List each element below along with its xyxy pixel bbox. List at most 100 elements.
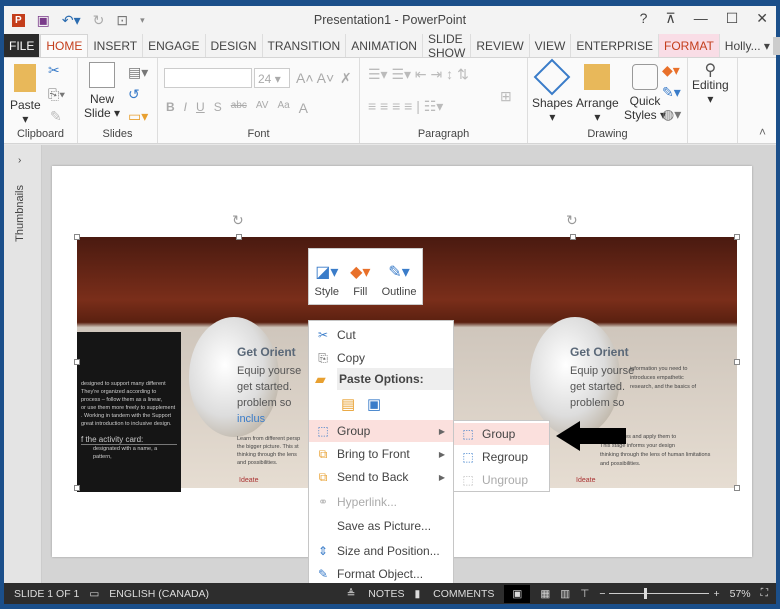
zoom-out-button[interactable]: − — [599, 588, 605, 600]
tab-format[interactable]: FORMAT — [659, 34, 720, 57]
shadow-button[interactable]: S — [214, 100, 222, 116]
editing-button[interactable]: ⚲ Editing ▾ — [692, 63, 729, 107]
menu-item-bring-to-front[interactable]: ⧉ Bring to Front ▶ — [309, 443, 453, 465]
ungroup-icon: ⬚ — [462, 473, 474, 487]
paste-option-keep-formatting[interactable]: ▤ — [341, 395, 355, 413]
expand-pane-icon[interactable]: › — [18, 155, 21, 166]
spacing-button[interactable]: AV — [256, 100, 269, 116]
align-icon[interactable]: ≡ ≡ ≡ ≡ | ☷▾ — [368, 98, 443, 115]
resize-handle[interactable] — [74, 359, 80, 365]
menu-item-send-to-back[interactable]: ⧉ Send to Back ▶ — [309, 466, 453, 488]
cut-icon[interactable]: ✂ — [48, 62, 60, 79]
shapes-button[interactable]: Shapes ▾ — [532, 58, 573, 124]
zoom-in-button[interactable]: + — [713, 588, 719, 600]
shape-fill-icon[interactable]: ◆▾ — [662, 62, 680, 79]
language-indicator[interactable]: ENGLISH (CANADA) — [109, 588, 209, 600]
close-button[interactable]: ✕ — [756, 10, 768, 27]
tab-design[interactable]: DESIGN — [206, 34, 263, 57]
bold-button[interactable]: B — [166, 100, 175, 116]
zoom-level[interactable]: 57% — [730, 588, 751, 600]
comments-button[interactable]: ▮ COMMENTS — [414, 588, 494, 600]
tab-animation[interactable]: ANIMATION — [346, 34, 423, 57]
change-case-button[interactable]: Aa — [277, 100, 289, 116]
copy-icon[interactable]: ⎘▾ — [48, 86, 65, 103]
submenu-item-group[interactable]: ⬚ Group — [454, 423, 549, 445]
quick-styles-button[interactable]: Quick Styles ▾ — [624, 64, 666, 122]
tab-enterprise[interactable]: ENTERPRISE — [571, 34, 660, 57]
menu-item-copy[interactable]: ⎘ Copy — [309, 347, 453, 369]
resize-handle[interactable] — [734, 485, 740, 491]
paste-option-picture[interactable]: ▣ — [367, 395, 381, 413]
undo-icon[interactable]: ↶▾ — [62, 12, 81, 29]
strikethrough-button[interactable]: abc — [231, 100, 247, 116]
tab-transition[interactable]: TRANSITION — [263, 34, 347, 57]
bullets-icon[interactable]: ☰▾ ☰▾ ⇤ ⇥ ↕ ⇅ — [368, 66, 469, 83]
format-painter-icon[interactable]: ✎ — [50, 108, 62, 125]
collapse-ribbon-icon[interactable]: ˄ — [759, 125, 766, 139]
thumbnails-pane[interactable]: › Thumbnails — [4, 145, 42, 583]
font-color-button[interactable]: A — [299, 100, 308, 116]
style-button[interactable]: ◪▾ Style — [315, 262, 339, 298]
align-text-icon[interactable]: ⊞ — [500, 88, 512, 105]
font-name-input[interactable] — [164, 68, 252, 88]
new-slide-button[interactable]: New Slide ▾ — [84, 62, 120, 120]
resize-handle[interactable] — [570, 234, 576, 240]
tab-view[interactable]: VIEW — [530, 34, 572, 57]
resize-handle[interactable] — [74, 485, 80, 491]
maximize-button[interactable]: ☐ — [726, 10, 739, 27]
menu-item-size-position[interactable]: ⇕ Size and Position... — [309, 540, 453, 562]
tab-review[interactable]: REVIEW — [471, 34, 530, 57]
help-button[interactable]: ? — [640, 10, 648, 27]
underline-button[interactable]: U — [196, 100, 205, 116]
present-icon[interactable]: ⊡ — [116, 12, 128, 29]
fit-to-window-icon[interactable]: ⛶ — [761, 587, 768, 600]
font-size-input[interactable]: 24 ▾ — [254, 68, 290, 88]
send-to-back-icon: ⧉ — [318, 469, 328, 484]
italic-button[interactable]: I — [184, 100, 187, 116]
outline-button[interactable]: ✎▾ Outline — [382, 262, 417, 298]
clear-format-icon[interactable]: ✗ — [340, 70, 352, 87]
redo-icon[interactable]: ↻ — [93, 12, 105, 29]
resize-handle[interactable] — [734, 234, 740, 240]
save-icon[interactable]: ▣ — [37, 12, 50, 29]
resize-handle[interactable] — [74, 234, 80, 240]
paragraph-label: Paragraph — [417, 128, 470, 140]
normal-view-button[interactable]: ▣ — [504, 584, 531, 603]
layout-icon[interactable]: ▤▾ — [128, 64, 148, 81]
notes-button[interactable]: ≜ NOTES — [347, 588, 405, 600]
submenu-item-regroup[interactable]: ⬚ Regroup — [454, 446, 549, 468]
resize-handle[interactable] — [734, 359, 740, 365]
ribbon-display-icon[interactable]: ⊼ — [665, 10, 675, 27]
reading-view-button[interactable]: ▥ — [560, 588, 570, 600]
submenu-item-ungroup[interactable]: ⬚ Ungroup — [454, 469, 549, 491]
tab-engage[interactable]: ENGAGE — [143, 34, 206, 57]
user-account[interactable]: Holly... ▾ — [720, 34, 780, 57]
ribbon: Paste ▾ ✂ ⎘▾ ✎ Clipboard New Slide ▾ ▤▾ ↺ … — [4, 57, 776, 144]
spelling-icon[interactable]: ▭ — [89, 588, 99, 600]
section-icon[interactable]: ▭▾ — [128, 108, 148, 125]
rotate-handle-icon[interactable]: ↻ — [566, 212, 578, 229]
slideshow-button[interactable]: ⊤ — [580, 588, 589, 600]
tab-slide-show[interactable]: SLIDE SHOW — [423, 32, 472, 60]
tab-insert[interactable]: INSERT — [88, 34, 144, 57]
grow-font-icon[interactable]: A˄ A˅ — [296, 70, 334, 86]
fill-button[interactable]: ◆▾ Fill — [350, 262, 370, 298]
menu-item-group[interactable]: ⬚ Group ▶ — [309, 420, 453, 442]
paste-button[interactable]: Paste ▾ — [10, 64, 41, 126]
shape-effects-icon[interactable]: ◍▾ — [662, 106, 681, 123]
rotate-handle-icon[interactable]: ↻ — [232, 212, 244, 229]
shape-outline-icon[interactable]: ✎▾ — [662, 84, 681, 101]
arrange-button[interactable]: Arrange ▾ — [576, 64, 619, 124]
resize-handle[interactable] — [236, 234, 242, 240]
minimize-button[interactable]: — — [694, 10, 708, 27]
menu-item-format-object[interactable]: ✎ Format Object... — [309, 563, 453, 585]
slide-sorter-button[interactable]: ▦ — [540, 588, 550, 600]
customize-qat-icon[interactable]: ▾ — [140, 15, 145, 26]
tab-file[interactable]: FILE — [4, 34, 41, 57]
menu-item-save-as-picture[interactable]: Save as Picture... — [309, 515, 453, 537]
tab-home[interactable]: HOME — [40, 34, 89, 57]
reset-icon[interactable]: ↺ — [128, 86, 140, 103]
zoom-slider[interactable] — [609, 588, 710, 599]
menu-item-cut[interactable]: ✂ Cut — [309, 324, 453, 346]
menu-item-hyperlink[interactable]: ⚭ Hyperlink... — [309, 491, 453, 513]
